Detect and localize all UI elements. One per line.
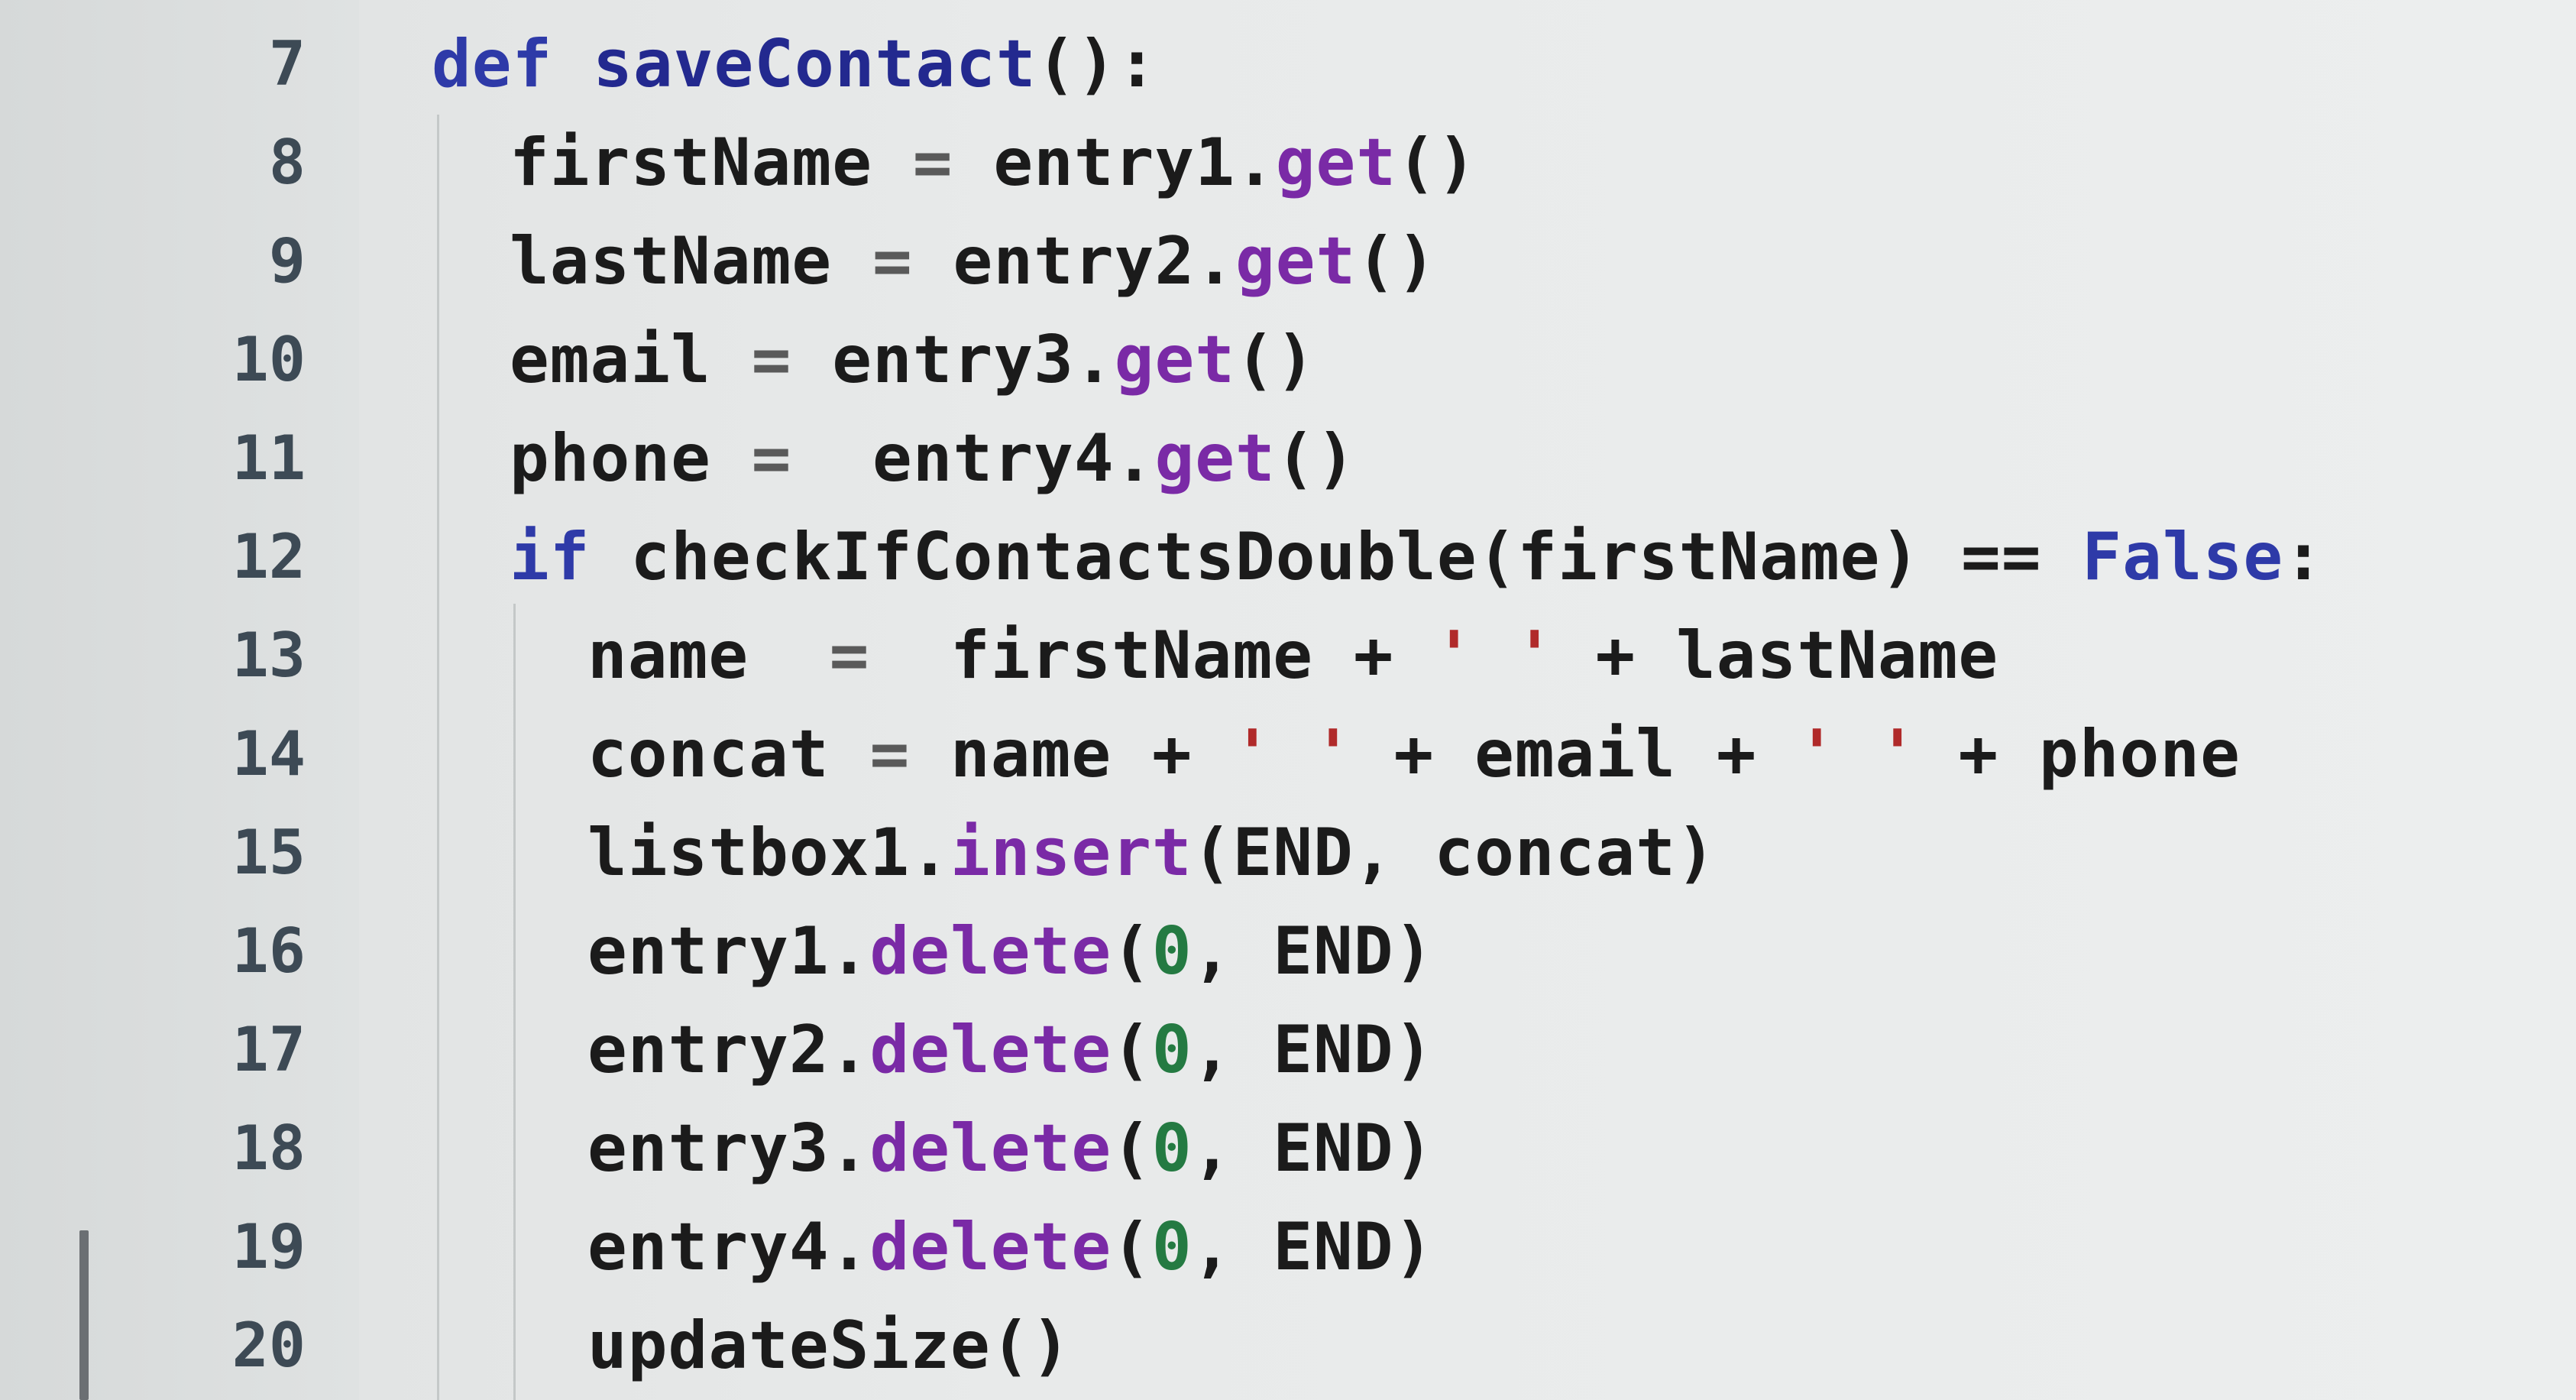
code-token: , END) bbox=[1192, 1110, 1435, 1187]
code-token: 0 bbox=[1151, 913, 1193, 990]
code-line[interactable]: entry3.delete(0, END) bbox=[587, 1100, 1434, 1197]
code-token: 0 bbox=[1151, 1110, 1193, 1187]
code-token: : bbox=[2283, 519, 2324, 595]
line-number: 9 bbox=[268, 225, 306, 297]
code-token: entry4. bbox=[587, 1209, 870, 1285]
code-token: firstName bbox=[510, 125, 913, 201]
code-token: entry3. bbox=[587, 1110, 870, 1187]
code-token: = bbox=[751, 420, 792, 497]
code-token: entry1. bbox=[953, 125, 1276, 201]
code-line[interactable]: entry2.delete(0, END) bbox=[587, 1001, 1434, 1099]
code-token: delete bbox=[869, 1110, 1112, 1187]
code-token: get bbox=[1275, 125, 1397, 201]
code-token: get bbox=[1114, 322, 1236, 398]
code-token: , END) bbox=[1192, 913, 1435, 990]
code-token: entry3. bbox=[791, 322, 1115, 398]
code-token: get bbox=[1235, 223, 1357, 300]
code-token: () bbox=[1396, 125, 1477, 201]
code-token: 0 bbox=[1151, 1012, 1193, 1088]
code-token: name bbox=[587, 617, 830, 694]
code-token: + email + bbox=[1353, 716, 1798, 792]
code-token: if bbox=[510, 519, 591, 595]
code-line[interactable]: def saveContact(): bbox=[432, 15, 1157, 113]
indent-guide bbox=[437, 115, 439, 1400]
code-token: 0 bbox=[1151, 1209, 1193, 1285]
code-line[interactable]: entry1.delete(0, END) bbox=[587, 903, 1434, 1000]
line-number: 10 bbox=[231, 324, 306, 395]
line-number: 13 bbox=[231, 620, 306, 691]
code-token: saveContact bbox=[593, 26, 1037, 102]
code-token: concat bbox=[587, 716, 870, 792]
line-number: 18 bbox=[231, 1113, 306, 1184]
line-number: 12 bbox=[231, 521, 306, 592]
line-number: 15 bbox=[231, 817, 306, 888]
code-token: delete bbox=[869, 1012, 1112, 1088]
code-token: ' ' bbox=[1434, 617, 1555, 694]
change-marker-bar bbox=[79, 1230, 89, 1400]
code-token: ' ' bbox=[1797, 716, 1918, 792]
code-token: name + bbox=[910, 716, 1233, 792]
code-token: = bbox=[912, 125, 953, 201]
code-token: False bbox=[2082, 519, 2284, 595]
code-token: firstName + bbox=[869, 617, 1435, 694]
code-token: checkIfContactsDouble(firstName) == bbox=[590, 519, 2082, 595]
code-token: entry4. bbox=[791, 420, 1155, 497]
code-line[interactable]: listbox1.insert(END, concat) bbox=[587, 804, 1717, 902]
code-line[interactable]: email = entry3.get() bbox=[510, 311, 1316, 409]
code-token: + phone bbox=[1917, 716, 2241, 792]
code-token: delete bbox=[869, 1209, 1112, 1285]
code-token: () bbox=[1235, 322, 1316, 398]
code-line[interactable]: if checkIfContactsDouble(firstName) == F… bbox=[510, 508, 2324, 606]
code-token: ( bbox=[1112, 913, 1152, 990]
code-token: = bbox=[829, 617, 870, 694]
code-token: ( bbox=[1112, 1209, 1152, 1285]
code-token: get bbox=[1154, 420, 1276, 497]
code-token: lastName bbox=[510, 223, 872, 300]
code-token: listbox1. bbox=[587, 815, 950, 891]
code-token: , END) bbox=[1192, 1209, 1435, 1285]
code-line[interactable]: phone = entry4.get() bbox=[510, 410, 1356, 507]
code-token: ' ' bbox=[1232, 716, 1354, 792]
line-number: 14 bbox=[231, 718, 306, 789]
code-token: entry2. bbox=[912, 223, 1235, 300]
line-number: 19 bbox=[231, 1211, 306, 1282]
code-token: entry2. bbox=[587, 1012, 870, 1088]
code-token: (): bbox=[1036, 26, 1158, 102]
indent-guide bbox=[513, 604, 516, 1400]
line-number: 7 bbox=[268, 28, 306, 99]
code-token: (END, concat) bbox=[1192, 815, 1717, 891]
line-number: 16 bbox=[231, 916, 306, 987]
code-token: ( bbox=[1112, 1110, 1152, 1187]
code-line[interactable]: updateSize() bbox=[587, 1297, 1071, 1395]
code-token: = bbox=[751, 322, 792, 398]
code-token: () bbox=[1275, 420, 1357, 497]
code-token: insert bbox=[950, 815, 1193, 891]
line-number: 20 bbox=[231, 1310, 306, 1381]
code-line[interactable]: lastName = entry2.get() bbox=[510, 212, 1437, 310]
code-token: ( bbox=[1112, 1012, 1152, 1088]
code-token: delete bbox=[869, 913, 1112, 990]
code-line[interactable]: concat = name + ' ' + email + ' ' + phon… bbox=[587, 705, 2241, 803]
code-token: () bbox=[1356, 223, 1437, 300]
code-line[interactable]: entry4.delete(0, END) bbox=[587, 1198, 1434, 1296]
line-number: 11 bbox=[231, 423, 306, 494]
code-token: = bbox=[869, 716, 911, 792]
code-token: entry1. bbox=[587, 913, 870, 990]
code-token: updateSize() bbox=[587, 1308, 1072, 1384]
code-token: phone bbox=[510, 420, 752, 497]
code-editor[interactable]: 7 def saveContact(): 8 firstName = entry1.g… bbox=[0, 0, 2576, 1400]
code-token: , END) bbox=[1192, 1012, 1435, 1088]
code-token: = bbox=[872, 223, 913, 300]
code-token: + lastName bbox=[1555, 617, 1999, 694]
line-number: 8 bbox=[268, 127, 306, 198]
line-number: 17 bbox=[231, 1014, 306, 1085]
code-token: email bbox=[510, 322, 752, 398]
code-line[interactable]: name = firstName + ' ' + lastName bbox=[587, 607, 1998, 705]
code-line[interactable]: firstName = entry1.get() bbox=[510, 114, 1477, 212]
code-token: def bbox=[432, 26, 553, 102]
